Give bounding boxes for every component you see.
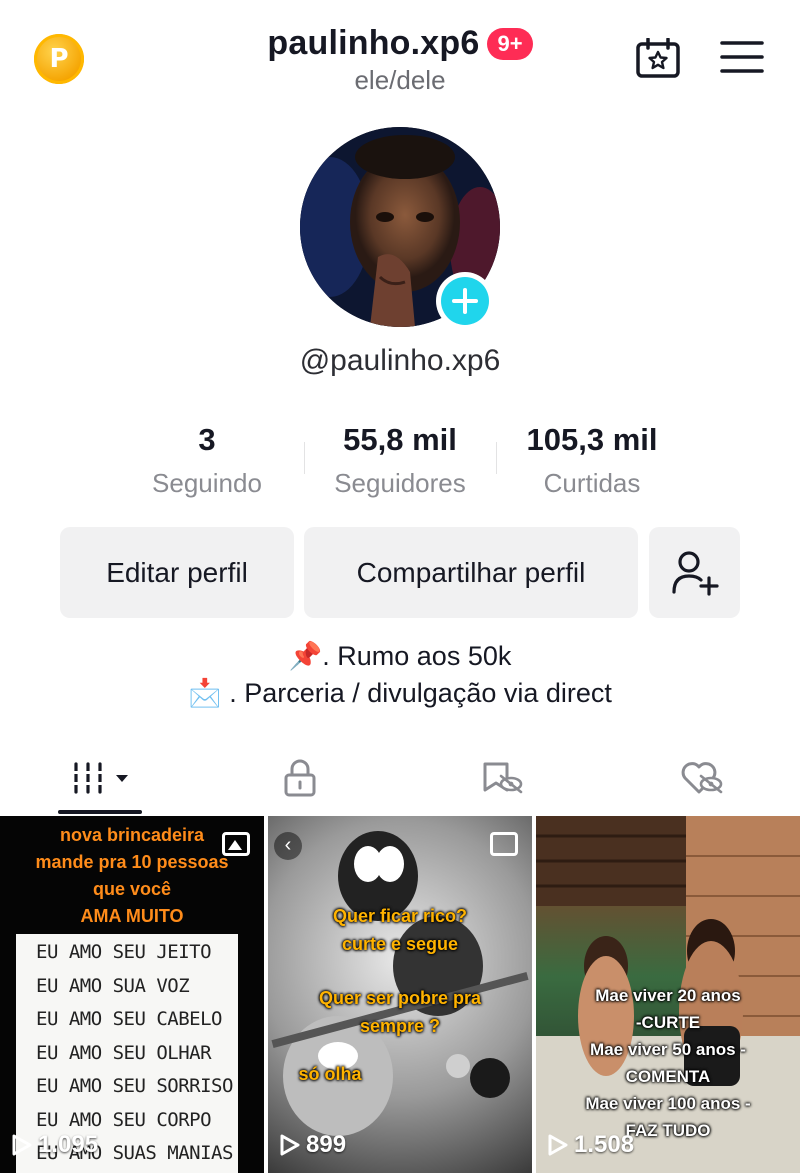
video-thumbnail[interactable]: ‹ Quer ficar rico? curte e segue Quer se… — [268, 816, 532, 1173]
heart-hidden-icon — [681, 762, 723, 794]
video-caption: Mae viver 20 anos -CURTE Mae viver 50 an… — [536, 982, 800, 1144]
lock-icon — [284, 759, 316, 797]
caption-line: Quer ser pobre pra — [318, 988, 482, 1008]
caption-line: sempre ? — [359, 1016, 441, 1036]
username-title[interactable]: paulinho.xp6 — [267, 24, 479, 63]
photo-mode-icon — [490, 832, 518, 856]
profile-header: P paulinho.xp6 9+ ele/dele — [0, 0, 800, 110]
add-avatar-button[interactable] — [436, 272, 494, 330]
play-icon — [280, 1134, 300, 1156]
menu-icon[interactable] — [720, 40, 764, 74]
stat-divider — [496, 442, 497, 474]
photo-mode-icon — [222, 832, 250, 856]
view-count: 1.508 — [548, 1131, 634, 1159]
list-line: EU AMO SEU CABELO — [36, 1008, 222, 1030]
tab-private[interactable] — [270, 748, 330, 808]
stat-following[interactable]: 3 Seguindo — [127, 422, 287, 499]
view-count: 1.095 — [12, 1131, 98, 1159]
following-count: 3 — [198, 422, 216, 457]
caption-line: COMENTA — [625, 1067, 711, 1086]
title-block: paulinho.xp6 9+ ele/dele — [0, 24, 800, 96]
caption-line: Mae viver 100 anos - — [585, 1094, 751, 1113]
following-label: Seguindo — [152, 468, 262, 498]
video-thumbnail[interactable]: nova brincadeira mande pra 10 pessoas qu… — [0, 816, 264, 1173]
likes-count: 105,3 mil — [526, 422, 658, 457]
caption-line: Mae viver 50 anos - — [590, 1040, 746, 1059]
list-line: EU AMO SEU JEITO — [36, 941, 212, 963]
bio-line-2: 📩 . Parceria / divulgação via direct — [188, 678, 612, 708]
active-tab-indicator — [58, 810, 142, 814]
profile-handle: @paulinho.xp6 — [299, 344, 501, 377]
stat-divider — [304, 442, 305, 474]
notification-badge[interactable]: 9+ — [487, 27, 533, 60]
caption-line: AMA MUITO — [80, 906, 184, 926]
chevron-left-icon[interactable]: ‹ — [274, 832, 302, 860]
add-user-icon — [671, 550, 719, 596]
play-icon — [548, 1134, 568, 1156]
video-caption: só olha — [298, 1064, 362, 1084]
caption-line: Mae viver 20 anos — [595, 986, 741, 1005]
video-caption: Quer ficar rico? curte e segue — [268, 902, 532, 958]
caption-line: curte e segue — [341, 934, 459, 954]
grid-bars-icon — [72, 762, 128, 794]
view-count: 899 — [280, 1131, 346, 1159]
likes-label: Curtidas — [543, 468, 641, 498]
list-line: EU AMO SEU OLHAR — [36, 1041, 212, 1064]
video-thumbnail[interactable]: Mae viver 20 anos -CURTE Mae viver 50 an… — [536, 816, 800, 1173]
calendar-star-icon[interactable] — [636, 38, 680, 78]
followers-count: 55,8 mil — [343, 422, 457, 457]
edit-profile-button[interactable]: Editar perfil — [60, 527, 294, 618]
caption-line: que você — [92, 879, 172, 899]
stat-followers[interactable]: 55,8 mil Seguidores — [310, 422, 490, 499]
bookmark-hidden-icon — [483, 762, 523, 794]
list-line: EU AMO SEU SORRISO — [36, 1075, 233, 1097]
add-friend-button[interactable] — [649, 527, 740, 618]
caption-line: Quer ficar rico? — [332, 906, 468, 926]
caption-line: -CURTE — [635, 1013, 701, 1032]
bio-line-1: 📌. Rumo aos 50k — [288, 641, 512, 671]
tab-liked[interactable] — [670, 748, 734, 808]
tab-videos[interactable] — [60, 748, 144, 808]
pronouns: ele/dele — [354, 65, 446, 95]
stat-likes[interactable]: 105,3 mil Curtidas — [502, 422, 682, 499]
video-caption: Quer ser pobre pra sempre ? — [268, 984, 532, 1040]
play-icon — [12, 1134, 32, 1156]
followers-label: Seguidores — [334, 468, 466, 498]
plus-icon — [441, 277, 489, 325]
tab-reposts[interactable] — [470, 748, 534, 808]
list-line: EU AMO SUA VOZ — [36, 974, 190, 997]
share-profile-button[interactable]: Compartilhar perfil — [304, 527, 638, 618]
